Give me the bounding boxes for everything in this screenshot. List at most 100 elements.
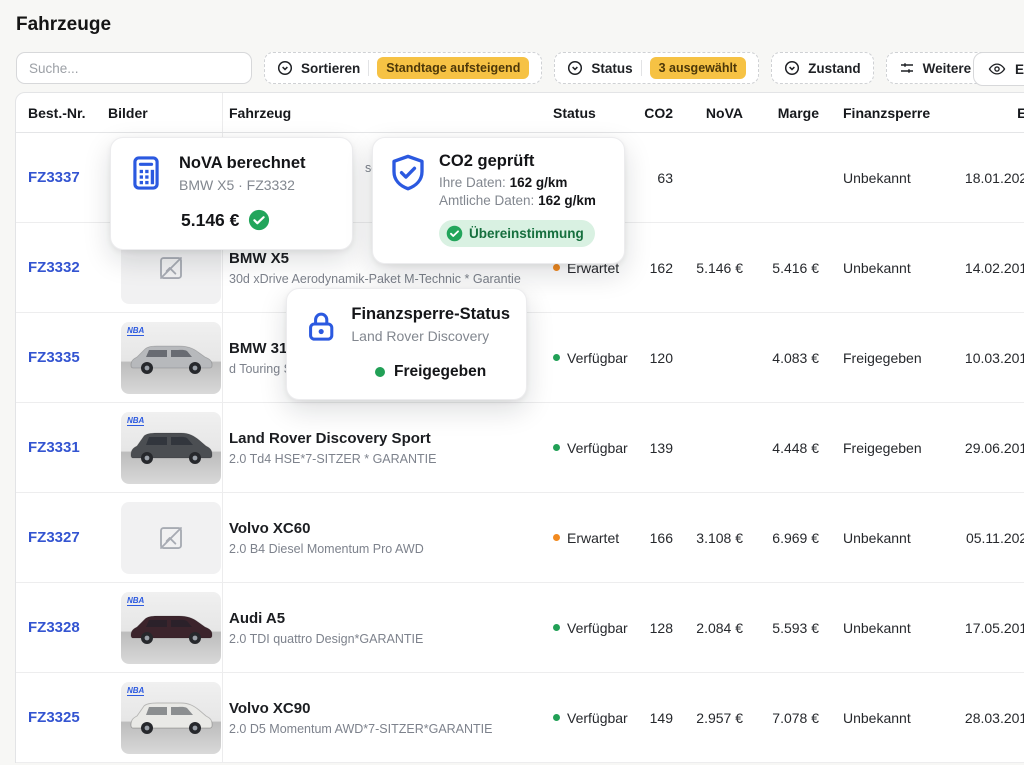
finanzsperre-popover-title: Finanzsperre-Status bbox=[351, 305, 510, 324]
sort-active-badge[interactable]: Standtage aufsteigend bbox=[377, 57, 529, 79]
status-dot bbox=[375, 367, 385, 377]
finanzsperre-popover: Finanzsperre-Status Land Rover Discovery… bbox=[286, 288, 527, 400]
status-cell: Erwartet bbox=[553, 530, 621, 546]
columns-visibility-button[interactable]: Eig bbox=[973, 52, 1024, 86]
vehicle-id-link[interactable]: FZ3337 bbox=[28, 169, 80, 186]
vehicle-photo[interactable]: NBA bbox=[121, 412, 221, 484]
finanzsperre-value: Freigegeben bbox=[819, 440, 959, 456]
vehicle-subtitle: 2.0 B4 Diesel Momentum Pro AWD bbox=[229, 542, 553, 556]
status-dot bbox=[553, 534, 560, 541]
co2-value: 63 bbox=[621, 170, 673, 186]
status-dot bbox=[553, 444, 560, 451]
check-circle-icon bbox=[248, 209, 270, 231]
vehicle-id-link[interactable]: FZ3331 bbox=[28, 439, 80, 456]
vehicle-id-link[interactable]: FZ3332 bbox=[28, 259, 80, 276]
nova-popover-subtitle: BMW X5 · FZ3332 bbox=[179, 177, 306, 193]
co2-official-label: Amtliche Daten: bbox=[439, 193, 534, 208]
table-row: FZ3328 NBA Audi A5 2.0 TDI quattro Desig… bbox=[16, 583, 1024, 673]
header-ez[interactable]: EZ bbox=[959, 105, 1024, 121]
status-dot bbox=[553, 264, 560, 271]
finanzsperre-value: Unbekannt bbox=[819, 260, 959, 276]
sort-button[interactable]: Sortieren Standtage aufsteigend bbox=[264, 52, 542, 84]
vehicle-id-link[interactable]: FZ3325 bbox=[28, 709, 80, 726]
table-header: Best.-Nr. Bilder Fahrzeug Status CO2 NoV… bbox=[16, 93, 1024, 133]
status-label: Verfügbar bbox=[567, 620, 628, 636]
header-fahrzeug[interactable]: Fahrzeug bbox=[223, 105, 553, 121]
vehicle-title: Land Rover Discovery Sport bbox=[229, 430, 553, 447]
status-label: Verfügbar bbox=[567, 710, 628, 726]
vehicle-title: Audi A5 bbox=[229, 610, 553, 627]
finanzsperre-value: Freigegeben bbox=[819, 350, 959, 366]
nova-value: 2.084 € bbox=[673, 620, 743, 636]
watermark: NBA bbox=[127, 326, 144, 336]
status-circle-icon bbox=[567, 60, 583, 76]
co2-match-badge: Übereinstimmung bbox=[439, 220, 595, 247]
header-finanzsperre[interactable]: Finanzsperre bbox=[819, 105, 959, 121]
ez-value: 18.01.2021 bbox=[959, 170, 1024, 186]
vehicle-subtitle: 2.0 Td4 HSE*7-SITZER * GARANTIE bbox=[229, 452, 553, 466]
marge-value: 4.448 € bbox=[743, 440, 819, 456]
finanzsperre-value: Unbekannt bbox=[819, 170, 959, 186]
finanzsperre-value: Unbekannt bbox=[819, 530, 959, 546]
vehicle-photo-placeholder[interactable] bbox=[121, 502, 221, 574]
table-row: FZ3327 Volvo XC60 2.0 B4 Diesel Momentum… bbox=[16, 493, 1024, 583]
eye-icon bbox=[988, 60, 1006, 78]
vehicle-photo[interactable]: NBA bbox=[121, 682, 221, 754]
vehicle-photo[interactable]: NBA bbox=[121, 322, 221, 394]
vehicle-subtitle: 2.0 D5 Momentum AWD*7-SITZER*GARANTIE bbox=[229, 722, 553, 736]
status-cell: Verfügbar bbox=[553, 350, 621, 366]
columns-visibility-label: Eig bbox=[1015, 62, 1024, 77]
nova-value: 5.146 € bbox=[673, 260, 743, 276]
condition-circle-icon bbox=[784, 60, 800, 76]
co2-value: 139 bbox=[621, 440, 673, 456]
sliders-icon bbox=[899, 60, 915, 76]
status-selected-badge[interactable]: 3 ausgewählt bbox=[650, 57, 747, 79]
status-label: Verfügbar bbox=[567, 440, 628, 456]
check-circle-icon bbox=[446, 225, 463, 242]
co2-value: 162 bbox=[621, 260, 673, 276]
condition-filter-button[interactable]: Zustand bbox=[771, 52, 874, 84]
lock-icon bbox=[303, 305, 339, 349]
vehicle-id-link[interactable]: FZ3328 bbox=[28, 619, 80, 636]
header-marge[interactable]: Marge bbox=[743, 105, 819, 121]
finanzsperre-value: Unbekannt bbox=[819, 620, 959, 636]
vehicle-photo[interactable]: NBA bbox=[121, 592, 221, 664]
marge-value: 4.083 € bbox=[743, 350, 819, 366]
vehicle-title: Volvo XC90 bbox=[229, 700, 553, 717]
header-bestnr[interactable]: Best.-Nr. bbox=[16, 105, 108, 121]
divider bbox=[641, 60, 642, 76]
co2-value: 120 bbox=[621, 350, 673, 366]
sort-label: Sortieren bbox=[301, 61, 360, 76]
header-status[interactable]: Status bbox=[553, 105, 621, 121]
status-cell: Verfügbar bbox=[553, 440, 621, 456]
page-title: Fahrzeuge bbox=[16, 14, 111, 36]
marge-value: 6.969 € bbox=[743, 530, 819, 546]
nova-value: 3.108 € bbox=[673, 530, 743, 546]
table-row: FZ3331 NBA Land Rover Discovery Sport 2.… bbox=[16, 403, 1024, 493]
co2-value: 166 bbox=[621, 530, 673, 546]
vehicle-id-link[interactable]: FZ3335 bbox=[28, 349, 80, 366]
co2-official-value: 162 g/km bbox=[538, 193, 596, 208]
co2-value: 128 bbox=[621, 620, 673, 636]
shield-check-icon bbox=[387, 152, 429, 194]
status-cell: Verfügbar bbox=[553, 710, 621, 726]
header-co2[interactable]: CO2 bbox=[621, 105, 673, 121]
status-dot bbox=[553, 714, 560, 721]
header-bilder[interactable]: Bilder bbox=[108, 93, 223, 132]
toolbar: Sortieren Standtage aufsteigend Status 3… bbox=[16, 52, 1024, 84]
vehicles-page: Fahrzeuge Sortieren Standtage aufsteigen… bbox=[0, 0, 1024, 765]
image-off-icon bbox=[156, 253, 186, 283]
vehicle-title: Volvo XC60 bbox=[229, 520, 553, 537]
co2-own-value: 162 g/km bbox=[510, 175, 568, 190]
nova-popover: NoVA berechnet BMW X5 · FZ3332 5.146 € bbox=[110, 137, 353, 250]
co2-popover: CO2 geprüft Ihre Daten: 162 g/km Amtlich… bbox=[372, 137, 625, 264]
vehicle-id-link[interactable]: FZ3327 bbox=[28, 529, 80, 546]
divider bbox=[368, 60, 369, 76]
vehicle-subtitle: 30d xDrive Aerodynamik-Paket M-Technic *… bbox=[229, 272, 553, 286]
header-nova[interactable]: NoVA bbox=[673, 105, 743, 121]
status-filter-button[interactable]: Status 3 ausgewählt bbox=[554, 52, 759, 84]
image-off-icon bbox=[156, 523, 186, 553]
search-input[interactable] bbox=[16, 52, 252, 84]
marge-value: 5.416 € bbox=[743, 260, 819, 276]
ez-value: 29.06.2017 bbox=[959, 440, 1024, 456]
